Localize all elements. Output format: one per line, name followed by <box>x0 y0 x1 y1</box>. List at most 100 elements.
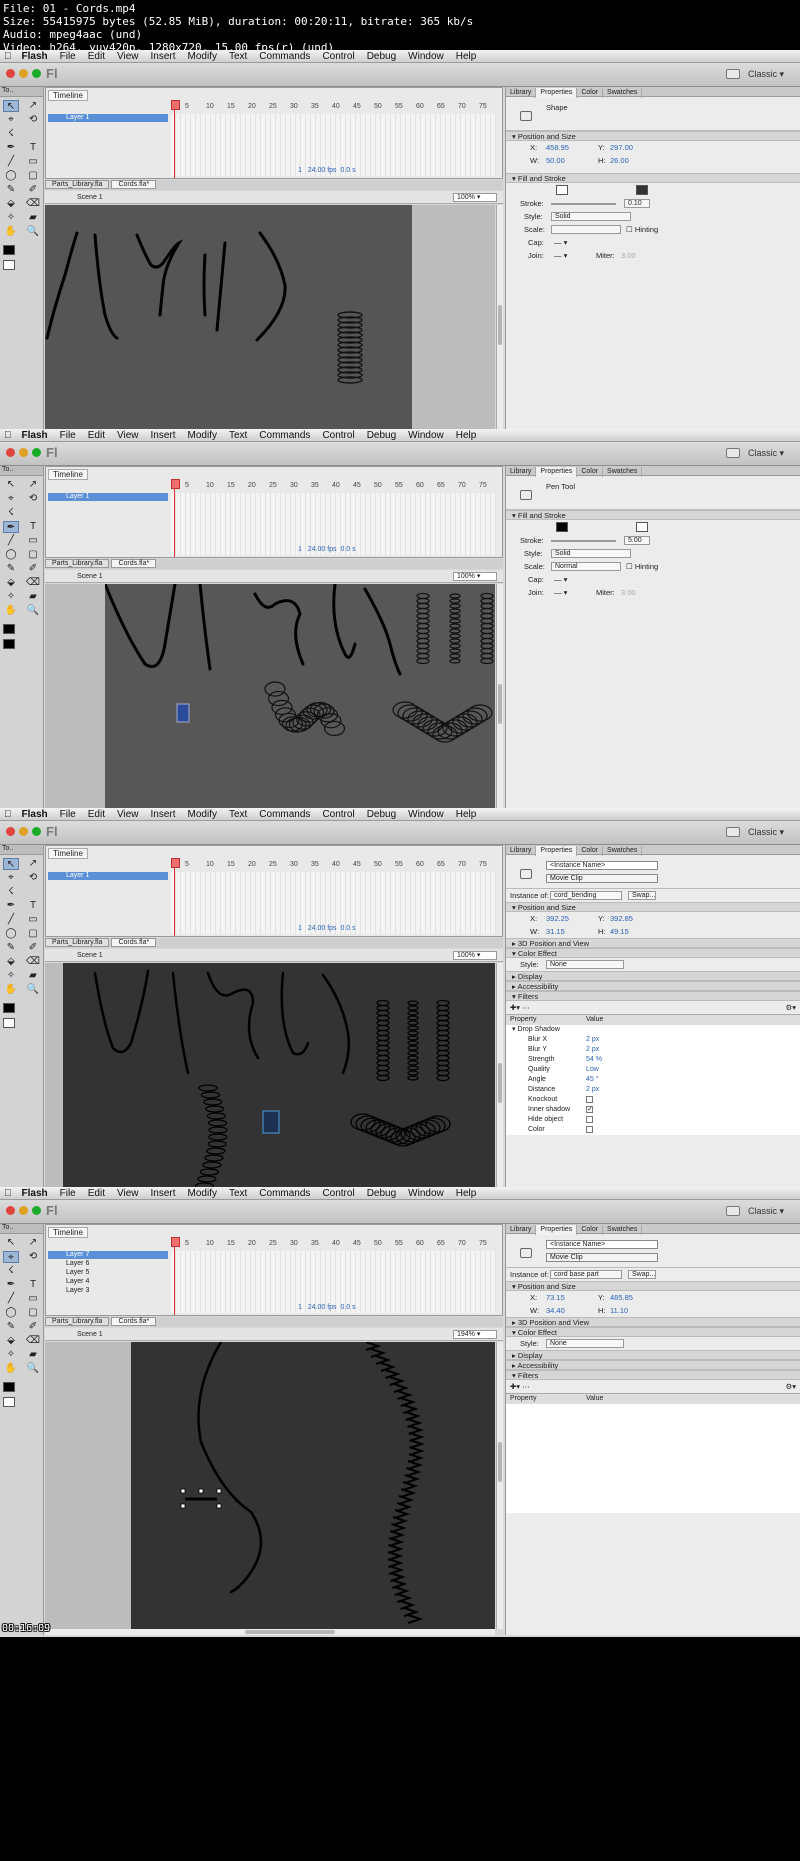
menu-debug[interactable]: Debug <box>367 51 396 62</box>
sync-settings-icon[interactable] <box>726 827 740 837</box>
tool-icon-12[interactable]: ✎ <box>3 1321 19 1333</box>
layer-row[interactable]: Layer 4 <box>48 1278 168 1286</box>
stroke-input[interactable]: 0.10 <box>624 199 650 208</box>
tool-icon-9[interactable]: ▭ <box>25 1293 41 1305</box>
h-value[interactable]: 49.15 <box>610 925 629 938</box>
section-header[interactable]: ▾ Color Effect <box>506 1327 800 1337</box>
tool-icon-16[interactable]: ✧ <box>3 591 19 603</box>
tool-icon-7[interactable]: T <box>25 900 41 912</box>
section-header[interactable]: ▸ Accessibility <box>506 981 800 991</box>
fill-color-swatch[interactable] <box>3 1397 15 1407</box>
menu-control[interactable]: Control <box>322 430 354 441</box>
filter-checkbox[interactable] <box>586 1126 593 1133</box>
timeline-tab[interactable]: Timeline <box>48 469 88 480</box>
section-header[interactable]: ▾ Filters <box>506 1370 800 1380</box>
tool-icon-8[interactable]: ╱ <box>3 156 19 168</box>
menu-file[interactable]: File <box>60 430 76 441</box>
menu-text[interactable]: Text <box>229 1188 247 1199</box>
tool-icon-1[interactable]: ↗ <box>25 1237 41 1249</box>
timeline-tab[interactable]: Timeline <box>48 848 88 859</box>
tool-icon-17[interactable]: ▰ <box>25 1349 41 1361</box>
tool-icon-16[interactable]: ✧ <box>3 212 19 224</box>
h-value[interactable]: 11.10 <box>610 1304 628 1317</box>
field-value[interactable]: 458.95 <box>546 141 569 154</box>
minimize-window-icon[interactable] <box>19 827 28 836</box>
tool-icon-8[interactable]: ╱ <box>3 914 19 926</box>
menu-help[interactable]: Help <box>456 51 477 62</box>
tool-icon-11[interactable]: ▢ <box>25 170 41 182</box>
section-header[interactable]: ▾ Filters <box>506 991 800 1001</box>
w-value[interactable]: 31.15 <box>546 925 565 938</box>
stroke-color-swatch[interactable] <box>3 1382 15 1392</box>
tool-icon-4[interactable]: ☇ <box>3 128 19 140</box>
section-header[interactable]: ▾ Position and Size <box>506 1281 800 1291</box>
minimize-window-icon[interactable] <box>19 448 28 457</box>
menu-view[interactable]: View <box>117 51 139 62</box>
timeline-tab[interactable]: Timeline <box>48 1227 88 1238</box>
stage-horizontal-scrollbar[interactable] <box>45 1629 495 1635</box>
tool-icon-4[interactable]: ☇ <box>3 507 19 519</box>
section-header[interactable]: ▸ Accessibility <box>506 1360 800 1370</box>
menu-insert[interactable]: Insert <box>150 51 175 62</box>
zoom-window-icon[interactable] <box>32 1206 41 1215</box>
stage-vertical-scrollbar[interactable] <box>496 1342 503 1629</box>
menu-text[interactable]: Text <box>229 809 247 820</box>
zoom-select[interactable]: 194% ▾ <box>453 1330 497 1339</box>
section-header[interactable]: ▾ Color Effect <box>506 948 800 958</box>
tool-icon-17[interactable]: ▰ <box>25 212 41 224</box>
tool-icon-11[interactable]: ▢ <box>25 549 41 561</box>
fill-color-swatch[interactable] <box>3 1018 15 1028</box>
tool-icon-11[interactable]: ▢ <box>25 1307 41 1319</box>
fill-color-swatch[interactable] <box>636 185 648 195</box>
tool-icon-18[interactable]: ✋ <box>3 984 19 996</box>
menu-edit[interactable]: Edit <box>88 430 105 441</box>
section-header[interactable]: ▾ Position and Size <box>506 902 800 912</box>
tool-icon-7[interactable]: T <box>25 142 41 154</box>
tool-icon-9[interactable]: ▭ <box>25 535 41 547</box>
hinting-checkbox[interactable]: ☐ Hinting <box>626 560 658 573</box>
symbol-type-select[interactable]: Movie Clip <box>546 874 658 883</box>
menu-commands[interactable]: Commands <box>259 1188 310 1199</box>
tool-icon-10[interactable]: ◯ <box>3 928 19 940</box>
filter-checkbox[interactable] <box>586 1116 593 1123</box>
tool-icon-19[interactable]: 🔍 <box>25 1363 41 1375</box>
doc-tab-parts-library[interactable]: Parts_Library.fla <box>45 559 110 568</box>
tool-icon-15[interactable]: ⌫ <box>25 956 41 968</box>
x-value[interactable]: 392.25 <box>546 912 569 925</box>
layer-row[interactable]: Layer 1 <box>48 114 168 122</box>
tool-icon-10[interactable]: ◯ <box>3 549 19 561</box>
hinting-checkbox[interactable]: ☐ Hinting <box>626 223 658 236</box>
fill-color-swatch[interactable] <box>3 260 15 270</box>
tool-icon-14[interactable]: ⬙ <box>3 198 19 210</box>
menu-view[interactable]: View <box>117 809 139 820</box>
menu-insert[interactable]: Insert <box>150 809 175 820</box>
close-window-icon[interactable] <box>6 1206 15 1215</box>
doc-tab-parts-library[interactable]: Parts_Library.fla <box>45 938 110 947</box>
filter-value[interactable]: 2 px <box>586 1085 599 1095</box>
fill-color-swatch[interactable] <box>3 639 15 649</box>
doc-tab-cords[interactable]: Cords.fla* <box>111 1317 157 1326</box>
menu-help[interactable]: Help <box>456 1188 477 1199</box>
menu-commands[interactable]: Commands <box>259 51 310 62</box>
y-value[interactable]: 485.85 <box>610 1291 633 1304</box>
fill-color-swatch[interactable] <box>636 522 648 532</box>
filter-checkbox[interactable] <box>586 1096 593 1103</box>
scene-label[interactable]: Scene 1 <box>77 573 103 580</box>
menu-modify[interactable]: Modify <box>188 51 217 62</box>
miter-value[interactable]: 3.00 <box>621 249 636 262</box>
menu-window[interactable]: Window <box>408 51 444 62</box>
cap-select[interactable]: — ▾ <box>554 573 567 586</box>
instance-name-input[interactable]: <Instance Name> <box>546 861 658 870</box>
menu-debug[interactable]: Debug <box>367 430 396 441</box>
zoom-window-icon[interactable] <box>32 448 41 457</box>
menu-help[interactable]: Help <box>456 809 477 820</box>
menu-commands[interactable]: Commands <box>259 809 310 820</box>
tool-icon-11[interactable]: ▢ <box>25 928 41 940</box>
menu-text[interactable]: Text <box>229 51 247 62</box>
tool-icon-0[interactable]: ↖ <box>3 100 19 112</box>
tool-icon-7[interactable]: T <box>25 521 41 533</box>
menu-edit[interactable]: Edit <box>88 51 105 62</box>
instance-name-input[interactable]: <Instance Name> <box>546 1240 658 1249</box>
tool-icon-3[interactable]: ⟲ <box>25 872 41 884</box>
tool-icon-6[interactable]: ✒ <box>3 142 19 154</box>
